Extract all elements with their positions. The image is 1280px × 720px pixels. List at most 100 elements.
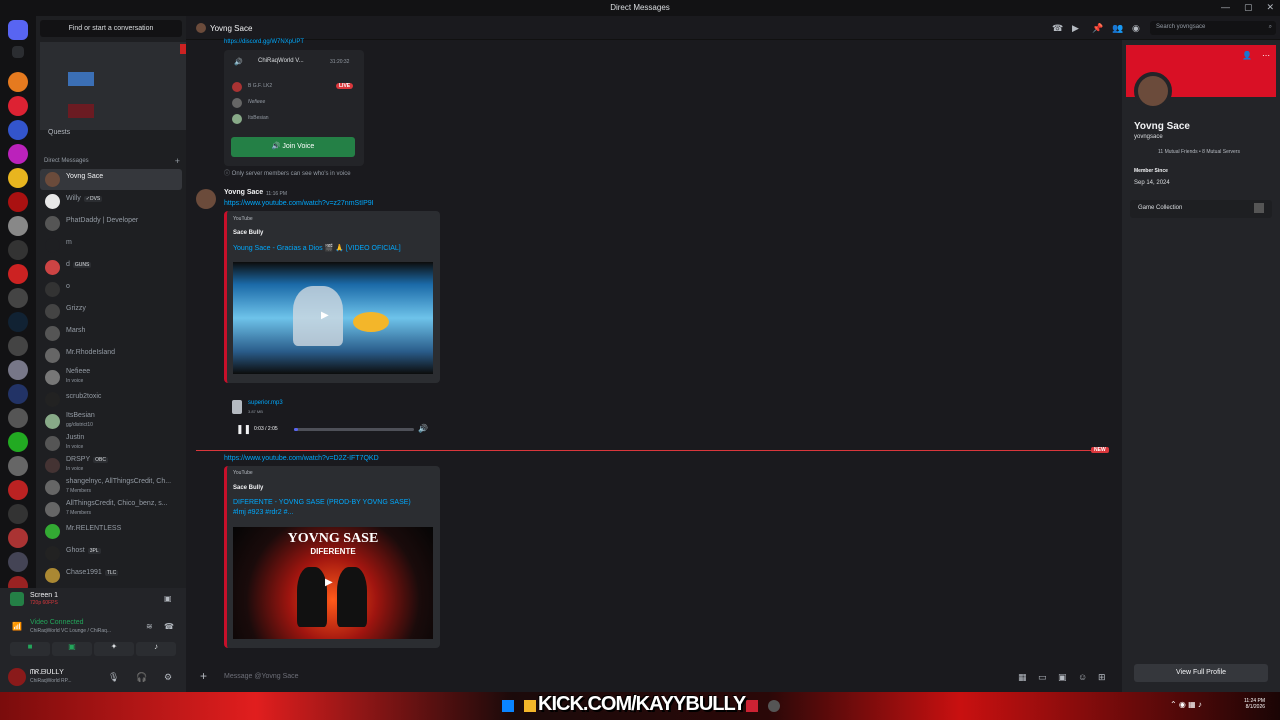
quests-link[interactable]: Quests: [48, 129, 70, 136]
stream-preview[interactable]: [40, 42, 198, 130]
video-thumbnail[interactable]: YOVNG SASE DIFERENTE ▶: [233, 527, 433, 639]
dm-item[interactable]: PhatDaddy | Developer: [40, 213, 182, 234]
gift-icon[interactable]: ▦: [1018, 672, 1027, 683]
find-conversation-button[interactable]: Find or start a conversation: [40, 20, 182, 37]
gif-icon[interactable]: ▭: [1038, 672, 1047, 683]
embed-channel[interactable]: Sace Bully: [233, 230, 263, 236]
server-icon[interactable]: [8, 240, 28, 260]
play-icon[interactable]: ▶: [321, 310, 329, 321]
server-icon[interactable]: [8, 288, 28, 308]
dm-item[interactable]: Mr.RhodeIsland: [40, 345, 182, 366]
video-thumbnail[interactable]: ▶: [233, 262, 433, 374]
server-icon[interactable]: [8, 96, 28, 116]
message-composer[interactable]: + Message @Yovng Sace ▦ ▭ ▣ ☺ ⊞: [196, 668, 1112, 686]
folder-icon[interactable]: [12, 46, 24, 58]
server-icon[interactable]: [8, 192, 28, 212]
activities-button[interactable]: ✦: [94, 642, 134, 656]
dm-item[interactable]: scrub2toxic: [40, 389, 182, 410]
add-friends-icon[interactable]: 👥: [1112, 23, 1123, 34]
embed-title[interactable]: Young Sace - Gracias a Dios 🎬 🙏 [VIDEO O…: [233, 244, 401, 252]
pause-button[interactable]: ❚❚: [236, 424, 251, 435]
author-avatar[interactable]: [196, 189, 216, 209]
clock[interactable]: 11:24 PM 8/1/2026: [1244, 698, 1265, 710]
screen-share-button[interactable]: ▣: [52, 642, 92, 656]
dm-item[interactable]: ItsBesian gg/district10: [40, 411, 182, 432]
more-options-icon[interactable]: ⋯: [1262, 51, 1270, 60]
video-call-icon[interactable]: ▶: [1072, 23, 1079, 34]
server-icon[interactable]: [8, 432, 28, 452]
apps-icon[interactable]: ⊞: [1098, 672, 1106, 683]
youtube-link[interactable]: https://www.youtube.com/watch?v=z27nmStI…: [224, 200, 374, 207]
camera-button[interactable]: ■: [10, 642, 50, 656]
settings-gear-icon[interactable]: ⚙: [164, 672, 172, 683]
sticker-icon[interactable]: ▣: [1058, 672, 1067, 683]
dm-item[interactable]: Nefieee In voice: [40, 367, 182, 388]
server-icon[interactable]: [8, 144, 28, 164]
server-icon[interactable]: [8, 456, 28, 476]
noise-suppression-icon[interactable]: ≋: [146, 622, 153, 631]
join-voice-button[interactable]: 🔊 Join Voice: [231, 137, 355, 157]
server-icon[interactable]: [8, 72, 28, 92]
dm-item[interactable]: m: [40, 235, 182, 256]
headset-icon[interactable]: 🎧: [136, 672, 147, 683]
server-icon[interactable]: [8, 120, 28, 140]
disconnect-icon[interactable]: ☎: [164, 622, 174, 631]
tray-icons[interactable]: ⌃ ◉ ▦ ♪: [1170, 700, 1202, 709]
youtube-link[interactable]: https://www.youtube.com/watch?v=D2Z-IFT7…: [224, 455, 379, 462]
file-explorer-icon[interactable]: [524, 700, 536, 712]
dm-item[interactable]: Chase1991 TLC: [40, 565, 182, 586]
server-icon[interactable]: [8, 504, 28, 524]
author-name[interactable]: Yovng Sace: [224, 189, 263, 196]
dm-item[interactable]: AllThingsCredit, Chico_benz, s... 7 Membe…: [40, 499, 182, 520]
embed-tags[interactable]: #lmj #923 #rdr2 #...: [233, 509, 293, 516]
server-icon[interactable]: [8, 360, 28, 380]
server-icon[interactable]: [8, 312, 28, 332]
minimize-button[interactable]: —: [1221, 2, 1230, 13]
profile-avatar[interactable]: [1134, 72, 1172, 110]
dm-item[interactable]: d GUNS: [40, 257, 182, 278]
dm-item[interactable]: Marsh: [40, 323, 182, 344]
user-profile-icon[interactable]: ◉: [1132, 23, 1140, 34]
attach-plus-icon[interactable]: +: [200, 669, 207, 683]
server-icon[interactable]: [8, 408, 28, 428]
server-icon[interactable]: [8, 528, 28, 548]
dm-item[interactable]: shangelnyc, AllThingsCredit, Ch... 7 Memb…: [40, 477, 182, 498]
server-icon[interactable]: [8, 480, 28, 500]
server-icon[interactable]: [8, 552, 28, 572]
server-icon[interactable]: [8, 384, 28, 404]
user-avatar[interactable]: [8, 668, 26, 686]
mic-icon[interactable]: 🎙: [108, 672, 119, 683]
view-full-profile-button[interactable]: View Full Profile: [1134, 664, 1268, 682]
play-icon[interactable]: ▶: [325, 577, 333, 588]
dm-item[interactable]: o: [40, 279, 182, 300]
dm-item[interactable]: DRSPY OBC In voice: [40, 455, 182, 476]
add-dm-button[interactable]: +: [175, 156, 180, 166]
stop-screen-button[interactable]: ▣: [164, 594, 172, 603]
app-icon[interactable]: [746, 700, 758, 712]
audio-progress-track[interactable]: [294, 428, 414, 431]
invite-link[interactable]: https://discord.gg/W7NXpUPT: [224, 39, 304, 45]
start-icon[interactable]: [502, 700, 514, 712]
voice-call-icon[interactable]: ☎: [1052, 23, 1063, 34]
signal-icon[interactable]: 📶: [12, 622, 22, 631]
server-icon[interactable]: [8, 264, 28, 284]
dm-item[interactable]: Justin In voice: [40, 433, 182, 454]
maximize-button[interactable]: ▢: [1244, 2, 1253, 13]
dm-item[interactable]: Willy ✓DVS: [40, 191, 182, 212]
pin-icon[interactable]: 📌: [1092, 23, 1103, 34]
dm-item[interactable]: Yovng Sace: [40, 169, 182, 190]
embed-title[interactable]: DIFERENTE - YOVNG SASE (PROD-BY YOVNG SA…: [233, 499, 411, 506]
dm-item[interactable]: Mr.RELENTLESS: [40, 521, 182, 542]
dm-item[interactable]: Grizzy: [40, 301, 182, 322]
discord-home-icon[interactable]: [8, 20, 28, 40]
server-icon[interactable]: [8, 336, 28, 356]
audio-filename[interactable]: superior.mp3: [248, 400, 283, 406]
emoji-icon[interactable]: ☺: [1078, 672, 1087, 682]
dm-item[interactable]: Ghost 3PL: [40, 543, 182, 564]
close-button[interactable]: ✕: [1266, 2, 1274, 13]
volume-icon[interactable]: 🔊: [418, 424, 428, 433]
server-icon[interactable]: [8, 168, 28, 188]
search-input[interactable]: Search yovngsace ⌕: [1150, 21, 1276, 35]
embed-channel[interactable]: Sace Bully: [233, 485, 263, 491]
soundboard-button[interactable]: ♪: [136, 642, 176, 656]
